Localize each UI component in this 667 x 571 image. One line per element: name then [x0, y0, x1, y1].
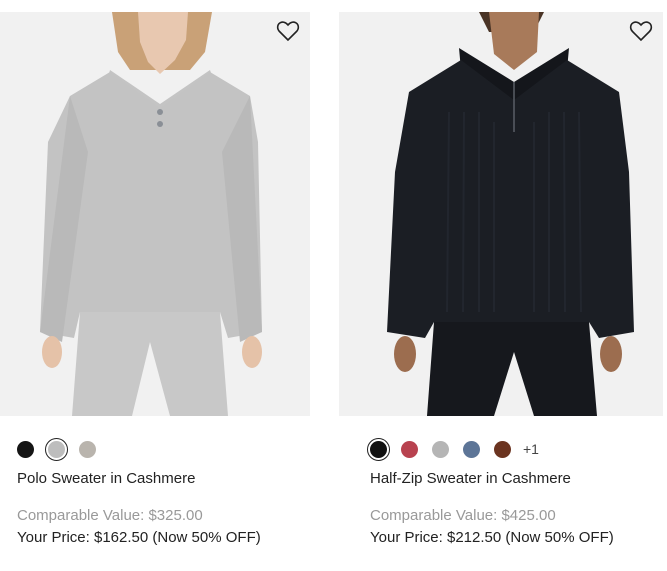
more-colors-label[interactable]: +1	[523, 441, 539, 457]
wishlist-heart-icon[interactable]	[276, 20, 300, 42]
your-price: Your Price: $162.50 (Now 50% OFF)	[17, 529, 261, 546]
product-name[interactable]: Half-Zip Sweater in Cashmere	[370, 470, 571, 487]
wishlist-heart-icon[interactable]	[629, 20, 653, 42]
color-swatch[interactable]	[17, 440, 34, 458]
product-card-half-zip-sweater[interactable]: +1 Half-Zip Sweater in Cashmere Comparab…	[339, 12, 663, 546]
color-swatches	[17, 437, 96, 461]
comparable-value: Comparable Value: $325.00	[17, 507, 203, 524]
color-swatch[interactable]	[367, 437, 390, 461]
color-swatch[interactable]	[45, 437, 68, 461]
product-name[interactable]: Polo Sweater in Cashmere	[17, 470, 195, 487]
comparable-value: Comparable Value: $425.00	[370, 507, 556, 524]
product-image[interactable]	[339, 12, 663, 416]
color-swatch[interactable]	[79, 440, 96, 458]
color-swatch[interactable]	[432, 440, 449, 458]
product-photo-black-half-zip	[339, 12, 663, 416]
color-swatch[interactable]	[401, 440, 418, 458]
color-swatch[interactable]	[494, 440, 511, 458]
color-swatches: +1	[367, 437, 539, 461]
color-swatch[interactable]	[463, 440, 480, 458]
product-image[interactable]	[0, 12, 310, 416]
your-price: Your Price: $212.50 (Now 50% OFF)	[370, 529, 614, 546]
product-photo-gray-polo	[0, 12, 310, 416]
product-card-polo-sweater[interactable]: Polo Sweater in Cashmere Comparable Valu…	[0, 12, 310, 546]
